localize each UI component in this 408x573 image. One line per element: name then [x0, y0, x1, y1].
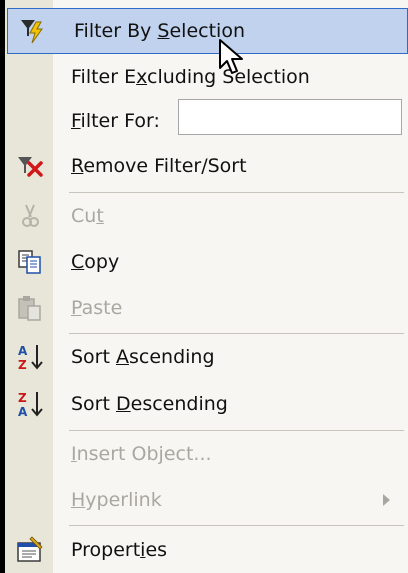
copy-icon [18, 250, 41, 274]
menu-item-label: Filter For: [71, 110, 160, 132]
menu-item-label: Sort Ascending [71, 346, 215, 368]
menu-item-label: Sort Descending [71, 393, 228, 415]
menu-item-sort-ascending[interactable]: A Z Sort Ascending [5, 334, 404, 380]
sort-descending-icon: Z A [18, 391, 43, 419]
remove-filter-icon [18, 157, 43, 177]
menu-item-insert-object[interactable]: Insert Object... [5, 431, 404, 477]
submenu-arrow-icon [383, 494, 390, 506]
menu-item-remove-filter-sort[interactable]: Remove Filter/Sort [5, 143, 404, 189]
svg-text:A: A [18, 405, 28, 419]
filter-lightning-icon [21, 20, 43, 44]
menu-item-label: Paste [71, 297, 123, 319]
menu-item-label: Filter Excluding Selection [71, 66, 310, 88]
menu-separator [69, 525, 404, 526]
paste-icon [18, 296, 41, 321]
mouse-pointer-icon [219, 39, 243, 74]
svg-text:A: A [18, 344, 28, 358]
properties-icon [17, 536, 43, 562]
menu-item-label: Copy [71, 251, 120, 273]
menu-item-properties[interactable]: Properties [5, 527, 404, 573]
menu-item-sort-descending[interactable]: Z A Sort Descending [5, 381, 404, 427]
sort-ascending-icon: A Z [18, 344, 43, 372]
svg-text:Z: Z [18, 391, 27, 405]
menu-item-filter-excluding-selection[interactable]: Filter Excluding Selection [5, 54, 404, 100]
menu-item-label: Hyperlink [71, 489, 162, 511]
menu-item-label: Remove Filter/Sort [71, 155, 247, 177]
menu-item-copy[interactable]: Copy [5, 239, 404, 285]
menu-item-label: Properties [71, 539, 168, 561]
context-menu: Filter By Selection Filter Excluding Sel… [5, 0, 408, 573]
menu-item-hyperlink[interactable]: Hyperlink [5, 477, 404, 523]
menu-item-label: Insert Object... [71, 443, 212, 465]
svg-text:Z: Z [18, 358, 27, 372]
menu-item-cut[interactable]: Cut [5, 193, 404, 239]
menu-item-paste[interactable]: Paste [5, 285, 404, 331]
menu-item-label: Cut [71, 205, 104, 227]
filter-for-input[interactable] [178, 99, 402, 135]
scissors-icon [22, 204, 39, 227]
menu-item-filter-by-selection[interactable]: Filter By Selection [7, 8, 408, 54]
